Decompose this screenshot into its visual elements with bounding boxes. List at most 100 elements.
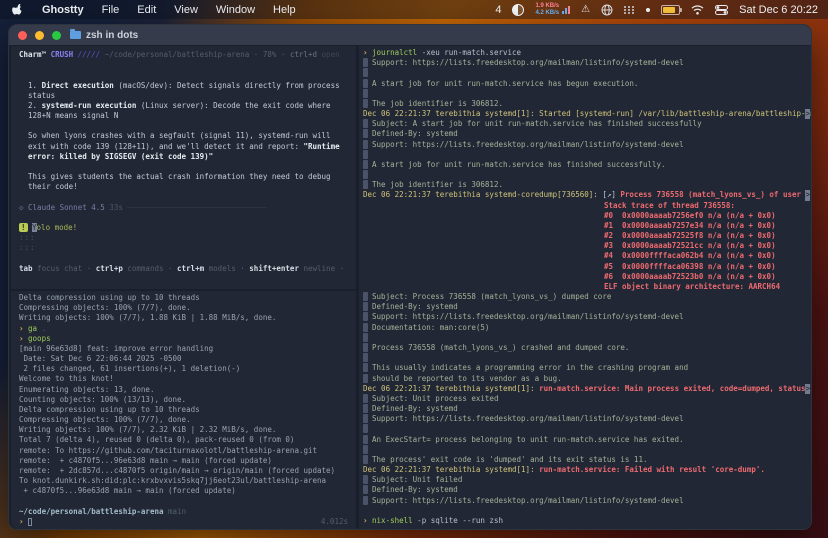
terminal-line bbox=[19, 496, 356, 506]
terminal-line: #6 0x0000aaaab72523b0 n/a (n/a + 0x0) bbox=[363, 272, 811, 282]
terminal-line bbox=[19, 60, 356, 70]
terminal-line: remote: To https://github.com/taciturnax… bbox=[19, 446, 356, 456]
minimize-button[interactable] bbox=[35, 31, 44, 40]
terminal-line: Charm™ CRUSH ///// ~/code/personal/battl… bbox=[19, 50, 356, 60]
terminal-line bbox=[19, 192, 356, 202]
terminal-line: 1. Direct execution (macOS/dev): Detect … bbox=[19, 81, 356, 91]
terminal-line: Compressing objects: 100% (7/7), done. bbox=[19, 415, 356, 425]
terminal-line bbox=[19, 253, 356, 263]
terminal-line: status bbox=[19, 91, 356, 101]
terminal-line: error: killed by SIGSEGV (exit code 139)… bbox=[19, 152, 356, 162]
status-count[interactable]: 4 bbox=[495, 4, 501, 16]
terminal-line: Dec 06 22:21:37 terebithia systemd-cored… bbox=[363, 190, 811, 200]
terminal-line: Support: https://lists.freedesktop.org/m… bbox=[363, 58, 811, 68]
menu-help[interactable]: Help bbox=[273, 4, 296, 16]
terminal-line: Subject: Process 736558 (match_lyons_vs_… bbox=[363, 292, 811, 302]
globe-icon[interactable] bbox=[601, 4, 613, 16]
terminal-line: Process 736558 (match_lyons_vs_) crashed… bbox=[363, 343, 811, 353]
terminal-line bbox=[363, 506, 811, 516]
folder-icon bbox=[70, 31, 81, 39]
terminal-line: 128+N means signal N bbox=[19, 111, 356, 121]
terminal-line: Writing objects: 100% (7/7), 1.88 KiB | … bbox=[19, 313, 356, 323]
terminal-line: ~/code/personal/battleship-arena main bbox=[19, 507, 356, 517]
terminal-line: 2. systemd-run execution (Linux server):… bbox=[19, 101, 356, 111]
menu-clock[interactable]: Sat Dec 6 20:22 bbox=[739, 4, 818, 16]
terminal-line: › ga . bbox=[19, 324, 356, 334]
terminal-line: #3 0x0000aaaab72521cc n/a (n/a + 0x0) bbox=[363, 241, 811, 251]
terminal-line: › nix-shell -p sqlite --run zsh bbox=[363, 516, 811, 526]
terminal-line bbox=[19, 121, 356, 131]
terminal-line: This usually indicates a programming err… bbox=[363, 363, 811, 373]
control-center-icon[interactable] bbox=[715, 5, 728, 15]
menu-window[interactable]: Window bbox=[216, 4, 255, 16]
terminal-line: ::: bbox=[19, 233, 356, 243]
terminal-line: Defined-By: systemd bbox=[363, 485, 811, 495]
terminal-line: should be reported to its vendor as a bu… bbox=[363, 374, 811, 384]
menu-edit[interactable]: Edit bbox=[137, 4, 156, 16]
terminal-line: Support: https://lists.freedesktop.org/m… bbox=[363, 414, 811, 424]
terminal-line: Dec 06 22:21:37 terebithia systemd[1]: r… bbox=[363, 465, 811, 475]
menu-app-name[interactable]: Ghostty bbox=[42, 4, 84, 16]
terminal-line: Date: Sat Dec 6 22:06:44 2025 -0500 bbox=[19, 354, 356, 364]
terminal-line: The job identifier is 306812. bbox=[363, 99, 811, 109]
terminal-line: Subject: Unit process exited bbox=[363, 394, 811, 404]
battery-icon[interactable] bbox=[661, 5, 680, 15]
wifi-icon[interactable] bbox=[691, 5, 704, 15]
terminal-line: Writing objects: 100% (7/7), 2.32 KiB | … bbox=[19, 425, 356, 435]
terminal-line: › goops bbox=[19, 334, 356, 344]
terminal-line: Documentation: man:core(5) bbox=[363, 323, 811, 333]
terminal-line: #1 0x0000aaaab7257e34 n/a (n/a + 0x0) bbox=[363, 221, 811, 231]
menu-view[interactable]: View bbox=[174, 4, 198, 16]
journalctl-pane[interactable]: › journalctl -xeu run-match.service Supp… bbox=[359, 46, 811, 529]
network-speed-widget[interactable]: 1.9 KB/s 4.2 KB/s bbox=[535, 3, 570, 16]
git-shell-pane[interactable]: Delta compression using up to 10 threads… bbox=[11, 291, 356, 529]
menu-bar: Ghostty File Edit View Window Help 4 1.9… bbox=[0, 0, 828, 19]
terminal-line: Delta compression using up to 10 threads bbox=[19, 293, 356, 303]
warning-triangle-icon[interactable]: ⚠ bbox=[581, 4, 590, 15]
terminal-line: [main 96e63d8] feat: improve error handl… bbox=[19, 344, 356, 354]
menu-file[interactable]: File bbox=[102, 4, 120, 16]
terminal-line bbox=[363, 333, 811, 343]
terminal-line: To knot.dunkirk.sh:did:plc:krxbvxvis5skq… bbox=[19, 476, 356, 486]
terminal-line: #5 0x0000ffffaca06398 n/a (n/a + 0x0) bbox=[363, 262, 811, 272]
terminal-line: The job identifier is 306812. bbox=[363, 180, 811, 190]
terminal-line bbox=[363, 89, 811, 99]
terminal-line: Support: https://lists.freedesktop.org/m… bbox=[363, 496, 811, 506]
terminal-line: Defined-By: systemd bbox=[363, 129, 811, 139]
crush-agent-pane[interactable]: Charm™ CRUSH ///// ~/code/personal/battl… bbox=[11, 46, 356, 289]
app-grid-icon[interactable] bbox=[624, 6, 635, 14]
terminal-line: 2 files changed, 61 insertions(+), 1 del… bbox=[19, 364, 356, 374]
terminal-line bbox=[19, 162, 356, 172]
terminal-line: their code! bbox=[19, 182, 356, 192]
terminal-line: Counting objects: 100% (13/13), done. bbox=[19, 395, 356, 405]
terminal-line: remote: + 2dc857d...c4870f5 origin/main … bbox=[19, 466, 356, 476]
terminal-line: Defined-By: systemd bbox=[363, 404, 811, 414]
terminal-line: Support: https://lists.freedesktop.org/m… bbox=[363, 312, 811, 322]
terminal-line: Dec 06 22:21:37 terebithia systemd[1]: S… bbox=[363, 109, 811, 119]
terminal-line: + c4870f5...96e63d8 main → main (forced … bbox=[19, 486, 356, 496]
terminal-line: Enumerating objects: 13, done. bbox=[19, 385, 356, 395]
terminal-line: remote: + c4870f5...96e63d8 main → main … bbox=[19, 456, 356, 466]
terminal-line: This gives students the actual crash inf… bbox=[19, 172, 356, 182]
terminal-line bbox=[19, 213, 356, 223]
terminal-line: Total 7 (delta 4), reused 0 (delta 0), p… bbox=[19, 435, 356, 445]
close-button[interactable] bbox=[18, 31, 27, 40]
window-title: zsh in dots bbox=[86, 30, 138, 41]
terminal-line: Subject: A start job for unit run-match.… bbox=[363, 119, 811, 129]
terminal-line: A start job for unit run-match.service h… bbox=[363, 160, 811, 170]
apple-menu-icon[interactable] bbox=[12, 3, 24, 16]
window-titlebar[interactable]: zsh in dots bbox=[9, 25, 811, 45]
terminal-line: So when lyons crashes with a segfault (s… bbox=[19, 131, 356, 141]
terminal-line: Compressing objects: 100% (7/7), done. bbox=[19, 303, 356, 313]
ghostty-window: zsh in dots Charm™ CRUSH ///// ~/code/pe… bbox=[8, 24, 812, 530]
net-down-speed: 4.2 KB/s bbox=[535, 10, 559, 17]
contrast-circle-icon[interactable] bbox=[512, 4, 524, 16]
terminal-line: ::: bbox=[19, 243, 356, 253]
terminal-line: Defined-By: systemd bbox=[363, 302, 811, 312]
terminal-line: Dec 06 22:21:37 terebithia systemd[1]: r… bbox=[363, 384, 811, 394]
zoom-button[interactable] bbox=[52, 31, 61, 40]
terminal-line bbox=[363, 170, 811, 180]
desktop-wallpaper: Ghostty File Edit View Window Help 4 1.9… bbox=[0, 0, 828, 538]
terminal-line: A start job for unit run-match.service h… bbox=[363, 79, 811, 89]
terminal-line bbox=[363, 150, 811, 160]
